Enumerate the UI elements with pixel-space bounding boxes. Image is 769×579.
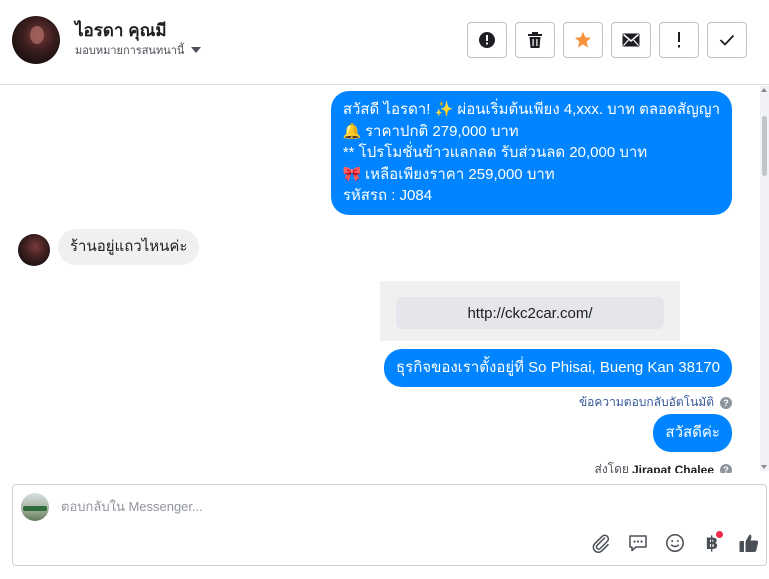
spam-button[interactable] [467,22,507,58]
envelope-icon [622,33,640,47]
assign-conversation-dropdown[interactable]: มอบหมายการสนทนานี้ [75,41,202,59]
emoji-icon[interactable] [663,531,687,555]
delete-button[interactable] [515,22,555,58]
scroll-up-arrow-icon[interactable] [761,88,767,92]
reply-composer: ฿ [12,484,767,566]
promo-message-bubble[interactable]: สวัสดี ไอรดา! ✨ ผ่อนเริ่มต้นเพียง 4,xxx.… [330,91,732,215]
promo-line-1: สวัสดี ไอรดา! ✨ ผ่อนเริ่มต้นเพียง 4,xxx.… [342,101,720,118]
conversation-header: ไอรดา คุณมี มอบหมายการสนทนานี้ [0,0,769,85]
attachment-icon[interactable] [589,531,613,555]
auto-reply-label-row: ข้อความตอบกลับอัตโนมัติ ? [579,393,732,412]
mark-unread-button[interactable] [611,22,651,58]
contact-name[interactable]: ไอรดา คุณมี [75,17,167,44]
page-avatar [21,493,49,521]
sent-by-label: ส่งโดย [594,462,629,473]
customer-question-bubble[interactable]: ร้านอยู่แถวไหนค่ะ [58,229,200,265]
notification-dot [716,531,723,538]
like-icon[interactable] [737,531,761,555]
scrollbar-thumb[interactable] [762,116,767,176]
check-icon [719,34,735,46]
promo-line-3: ** โปรโมชั่นข้าวแลกลด รับส่วนลด 20,000 บ… [342,144,648,161]
mark-done-button[interactable] [707,22,747,58]
reply-input[interactable] [61,499,561,514]
sent-by-name: Jirapat Chalee [631,462,714,474]
composer-toolbar: ฿ [589,531,761,555]
star-icon [574,31,592,48]
ribbon-icon: 🎀 [342,165,362,183]
link-card: http://ckc2car.com/ [380,281,680,341]
greeting-message-bubble[interactable]: สวัสดีค่ะ [653,414,732,452]
exclamation-icon [678,32,680,48]
trash-icon [528,32,542,48]
header-actions [467,22,747,58]
assign-conversation-label: มอบหมายการสนทนานี้ [75,45,185,57]
link-card-url-button[interactable]: http://ckc2car.com/ [396,297,664,329]
saved-replies-icon[interactable] [626,531,650,555]
contact-avatar-small [18,234,50,266]
contact-avatar[interactable] [12,16,60,64]
alert-circle-icon [479,32,495,48]
address-message-bubble[interactable]: ธุรกิจของเราตั้งอยู่ที่ So Phisai, Bueng… [383,349,732,387]
scroll-down-arrow-icon[interactable] [761,465,767,469]
promo-line-4: 🎀 เหลือเพียงราคา 259,000 บาท [343,164,720,186]
help-icon[interactable]: ? [720,396,732,409]
payment-icon[interactable]: ฿ [700,531,724,555]
sent-by-row: ส่งโดย Jirapat Chalee ? [594,460,732,474]
star-button[interactable] [563,22,603,58]
message-list[interactable]: สวัสดี ไอรดา! ✨ ผ่อนเริ่มต้นเพียง 4,xxx.… [0,86,760,473]
help-icon[interactable]: ? [720,463,732,473]
message-list-scrollbar[interactable] [760,86,769,471]
follow-up-button[interactable] [659,22,699,58]
chevron-down-icon [191,47,202,53]
auto-reply-label: ข้อความตอบกลับอัตโนมัติ [578,395,714,409]
promo-line-2: 🔔 ราคาปกติ 279,000 บาท [343,121,720,143]
bell-icon: 🔔 [342,122,362,140]
promo-line-5: รหัสรถ : J084 [342,187,433,204]
